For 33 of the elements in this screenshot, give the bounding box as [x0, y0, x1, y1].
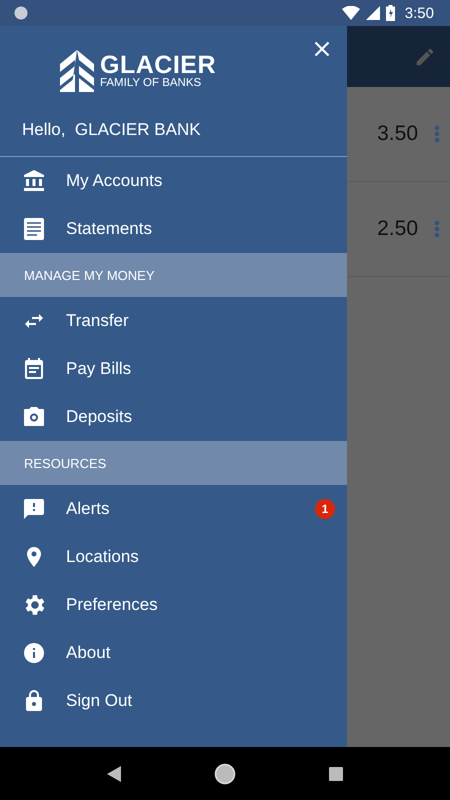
menu-item[interactable]: My Accounts	[0, 157, 347, 205]
menu-item[interactable]: Statements	[0, 205, 347, 253]
clock-time: 3:50	[404, 4, 434, 22]
amount-text: 3.50	[377, 122, 418, 146]
amount-text: 2.50	[377, 217, 418, 241]
greeting-text: Hello, GLACIER BANK	[22, 120, 202, 140]
home-icon[interactable]	[214, 762, 236, 784]
notification-icon	[14, 6, 28, 20]
wifi-icon	[342, 6, 360, 20]
battery-icon	[386, 5, 395, 21]
logo-tagline: FAMILY OF BANKS	[100, 76, 202, 90]
mountain-logo-icon	[60, 50, 94, 92]
count-badge: 1	[315, 499, 335, 519]
calendar-icon	[22, 357, 46, 381]
menu-item[interactable]: Pay Bills	[0, 345, 347, 393]
menu-item[interactable]: Transfer	[0, 297, 347, 345]
bank-icon	[22, 169, 46, 193]
recents-icon[interactable]	[329, 766, 344, 780]
back-icon[interactable]	[106, 766, 121, 782]
menu-item[interactable]: Deposits	[0, 393, 347, 441]
menu-item[interactable]: Sign Out	[0, 677, 347, 725]
alert-icon	[22, 497, 46, 521]
menu-item[interactable]: Preferences	[0, 581, 347, 629]
menu-item[interactable]: Locations	[0, 533, 347, 581]
logo-name: GLACIER	[100, 52, 216, 76]
camera-icon	[22, 405, 46, 429]
section-header: RESOURCES	[0, 441, 347, 485]
section-header: MANAGE MY MONEY	[0, 253, 347, 297]
document-icon	[22, 217, 46, 241]
menu-item[interactable]: Alerts 1	[0, 485, 347, 533]
signal-icon	[366, 6, 380, 20]
info-icon	[22, 641, 46, 665]
menu-item[interactable]: About	[0, 629, 347, 677]
